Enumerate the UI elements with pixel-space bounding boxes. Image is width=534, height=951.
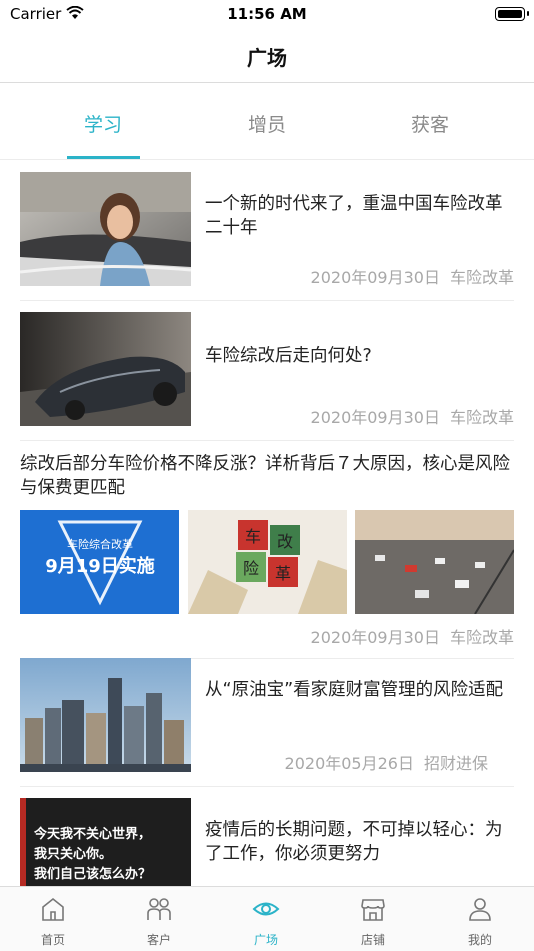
article-thumbnail — [20, 312, 191, 426]
article-date: 2020年05月26日 — [284, 754, 414, 773]
article-thumbnail — [20, 658, 191, 772]
article-tag: 车险改革 — [449, 628, 514, 647]
tab-recruit[interactable]: 增员 — [207, 110, 327, 137]
article-item[interactable]: 从“原油宝”看家庭财富管理的风险适配 2020年05月26日 招财进保 — [20, 658, 514, 787]
article-item[interactable]: 车险综改后走向何处? 2020年09月30日 车险改革 — [20, 312, 514, 441]
block-char: 险 — [243, 559, 259, 578]
article-item[interactable]: 一个新的时代来了，重温中国车险改革二十年 2020年09月30日 车险改革 — [20, 172, 514, 301]
tab-study[interactable]: 学习 — [43, 110, 163, 137]
block-char: 改 — [277, 532, 293, 551]
tabbar-label: 店铺 — [360, 933, 385, 947]
poster-line: 今天我不关心世界， — [33, 826, 151, 842]
tabbar-item-square[interactable]: 广场 — [213, 887, 319, 951]
article-meta: 2020年09月30日 车险改革 — [301, 624, 514, 648]
navigation-bar: 广场 — [0, 30, 534, 83]
tabbar-item-store[interactable]: 店铺 — [320, 887, 426, 951]
article-meta: 2020年05月26日 招财进保 — [275, 750, 488, 774]
banner-subtitle: 车险综合改革 — [67, 537, 133, 551]
tabbar-label: 客户 — [146, 933, 171, 947]
category-tabs: 学习 增员 获客 — [0, 83, 534, 160]
tabbar-item-home[interactable]: 首页 — [0, 887, 106, 951]
tab-acquire-customers[interactable]: 获客 — [370, 110, 490, 137]
article-tag: 车险改革 — [449, 268, 514, 287]
article-title[interactable]: 车险综改后走向何处? — [205, 344, 510, 368]
article-image-traffic — [355, 510, 514, 614]
article-meta: 2020年09月30日 车险改革 — [301, 404, 514, 428]
article-item[interactable]: 今天我不关心世界， 我只关心你。 我们自己该怎么办？ 疫情后的长期问题，不可掉以… — [20, 798, 514, 886]
article-image-blocks: 车 改 险 革 — [188, 510, 347, 614]
article-feed[interactable]: 一个新的时代来了，重温中国车险改革二十年 2020年09月30日 车险改革 车险综… — [0, 160, 534, 886]
battery-icon — [495, 7, 529, 21]
article-title[interactable]: 综改后部分车险价格不降反涨？详析背后７大原因，核心是风险与保费更匹配 — [20, 452, 514, 500]
article-meta: 2020年09月30日 车险改革 — [301, 264, 514, 288]
article-thumbnail — [20, 172, 191, 286]
article-date: 2020年09月30日 — [310, 408, 440, 427]
home-icon — [42, 897, 64, 921]
article-thumbnail: 今天我不关心世界， 我只关心你。 我们自己该怎么办？ — [20, 798, 191, 886]
article-title[interactable]: 疫情后的长期问题，不可掉以轻心：为了工作，你必须更努力 — [205, 818, 510, 866]
tabbar-label: 广场 — [253, 933, 278, 947]
poster-line: 我们自己该怎么办？ — [34, 866, 151, 882]
tabbar-item-profile[interactable]: 我的 — [427, 887, 533, 951]
article-title[interactable]: 从“原油宝”看家庭财富管理的风险适配 — [205, 678, 510, 702]
article-image-banner: 车险综合改革 9月19日实施 — [20, 510, 179, 614]
article-title[interactable]: 一个新的时代来了，重温中国车险改革二十年 — [205, 192, 510, 240]
block-char: 革 — [275, 564, 291, 583]
article-date: 2020年09月30日 — [310, 268, 440, 287]
bottom-tab-bar: 首页 客户 广场 店铺 我的 — [0, 886, 534, 951]
block-char: 车 — [245, 527, 261, 546]
status-bar: Carrier 11:56 AM — [0, 0, 534, 30]
article-tag: 车险改革 — [449, 408, 514, 427]
article-item[interactable]: 综改后部分车险价格不降反涨？详析背后７大原因，核心是风险与保费更匹配 车险综合改… — [20, 452, 514, 659]
tabbar-label: 首页 — [40, 933, 65, 947]
tabbar-label: 我的 — [467, 933, 492, 947]
customers-icon — [147, 898, 171, 920]
store-icon — [361, 899, 385, 921]
clock: 11:56 AM — [227, 5, 307, 23]
profile-icon — [469, 898, 491, 921]
eye-icon — [252, 902, 280, 916]
banner-headline: 9月19日实施 — [45, 555, 155, 577]
page-title: 广场 — [247, 46, 287, 70]
poster-line: 我只关心你。 — [34, 846, 112, 862]
active-tab-indicator — [67, 156, 140, 159]
article-tag: 招财进保 — [423, 754, 488, 773]
tabbar-item-customers[interactable]: 客户 — [106, 887, 212, 951]
article-date: 2020年09月30日 — [310, 628, 440, 647]
